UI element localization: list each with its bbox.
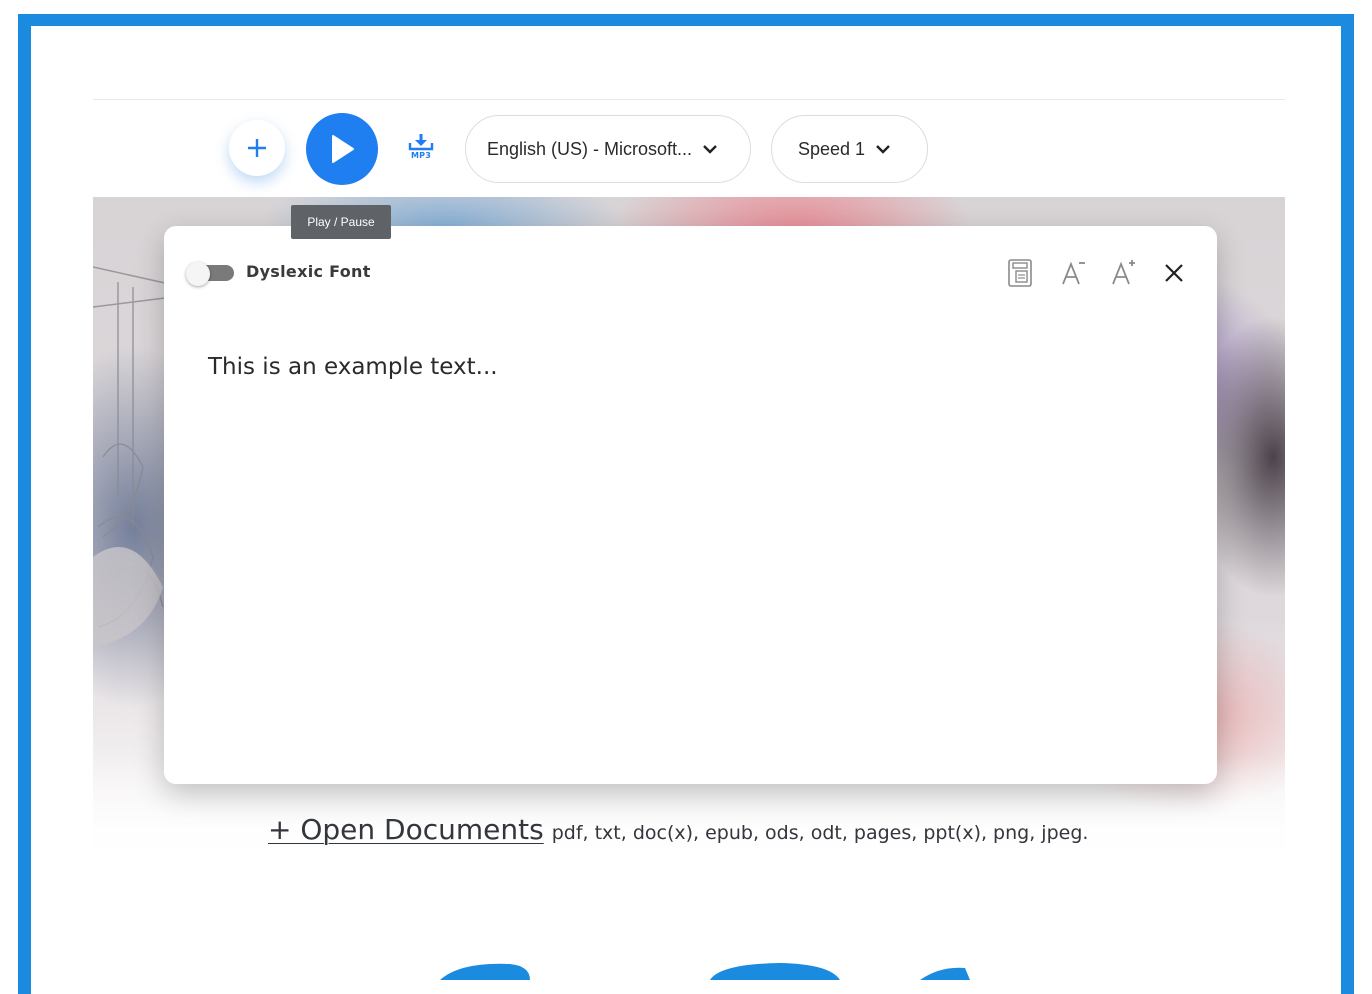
close-button[interactable] — [1159, 258, 1189, 288]
mp3-label: MP3 — [411, 151, 431, 160]
add-button[interactable] — [229, 120, 285, 176]
increase-font-icon — [1112, 260, 1135, 285]
voice-select-value: English (US) - Microsoft... — [487, 138, 693, 159]
play-pause-tooltip: Play / Pause — [291, 205, 391, 239]
speed-select-value: Speed 1 — [798, 138, 866, 159]
download-mp3-button[interactable]: MP3 — [404, 133, 438, 167]
plus-icon — [248, 139, 266, 157]
dyslexic-font-toggle[interactable] — [186, 262, 236, 286]
play-pause-button[interactable] — [306, 113, 378, 185]
reader-mode-button[interactable] — [1005, 258, 1035, 288]
dyslexic-font-label: Dyslexic Font — [246, 262, 371, 281]
supported-formats: pdf, txt, doc(x), epub, ods, odt, pages,… — [551, 822, 1089, 844]
text-panel: Dyslexic Font This is an example text... — [164, 226, 1217, 784]
speed-select[interactable]: Speed 1 — [771, 115, 928, 183]
reader-mode-icon — [1008, 259, 1032, 287]
increase-font-button[interactable] — [1108, 258, 1138, 288]
play-icon — [332, 135, 354, 163]
close-icon — [1165, 264, 1183, 282]
decrease-font-icon — [1062, 261, 1085, 285]
open-documents-row: + Open Documents pdf, txt, doc(x), epub,… — [268, 813, 1088, 846]
divider — [93, 99, 1285, 100]
download-icon — [408, 134, 434, 151]
decrease-font-button[interactable] — [1058, 258, 1088, 288]
reading-text-area[interactable]: This is an example text... — [208, 354, 498, 380]
voice-select[interactable]: English (US) - Microsoft... — [465, 115, 751, 183]
chevron-down-icon — [702, 144, 718, 154]
open-documents-link[interactable]: + Open Documents — [268, 813, 544, 846]
toggle-knob — [186, 262, 210, 286]
chevron-down-icon — [875, 144, 891, 154]
decorative-shapes — [440, 963, 970, 980]
